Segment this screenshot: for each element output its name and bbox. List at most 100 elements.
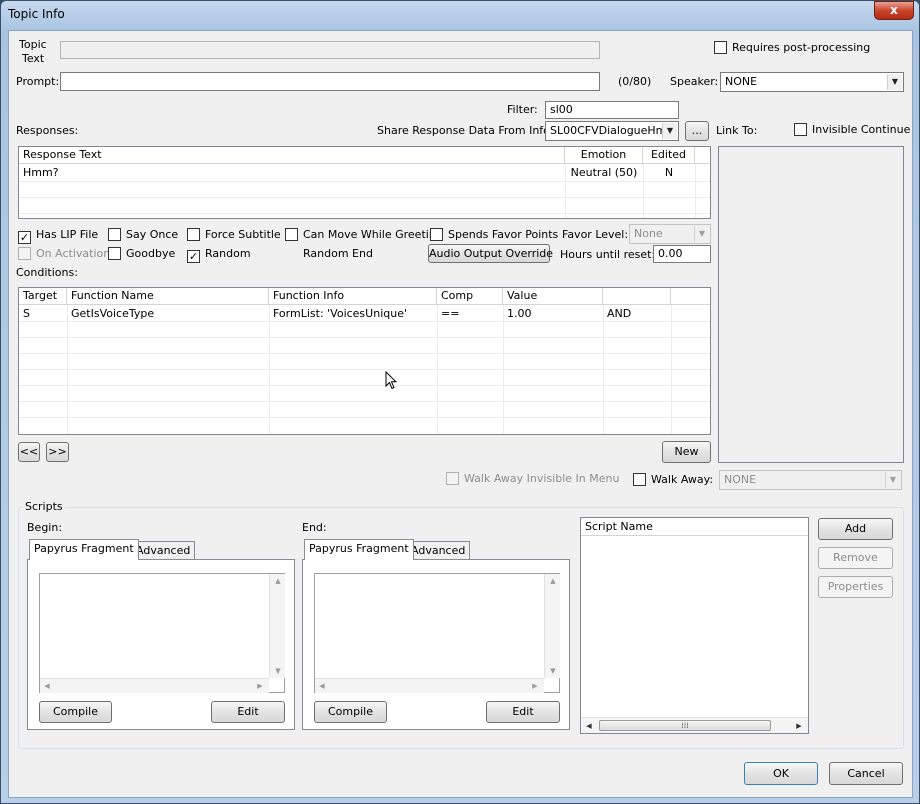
column-header-value[interactable]: Value [503, 288, 603, 305]
scroll-left-icon[interactable]: ◀ [40, 679, 54, 693]
speaker-dropdown[interactable]: NONE ▼ [720, 72, 904, 92]
script-name-list[interactable]: Script Name ◀ ⁞⁞⁞ ▶ [580, 517, 809, 734]
scroll-up-icon[interactable]: ▲ [546, 574, 560, 588]
add-script-button[interactable]: Add [818, 518, 893, 540]
prompt-counter: (0/80) [618, 75, 652, 88]
topic-text-label: Topic Text [19, 38, 47, 65]
tab-begin-advanced[interactable]: Advanced [131, 541, 196, 560]
end-label: End: [302, 521, 327, 534]
column-header-response-text[interactable]: Response Text [19, 147, 565, 164]
share-response-browse-button[interactable]: ... [685, 121, 709, 141]
scroll-left-icon[interactable]: ◀ [315, 679, 329, 693]
checkbox-box [108, 228, 121, 241]
end-edit-button[interactable]: Edit [486, 701, 560, 723]
close-icon: x [890, 3, 898, 17]
move-down-button[interactable]: >> [46, 442, 69, 462]
begin-fragment-panel: ▲ ▼ ◀ ▶ Compile Edit [27, 559, 295, 730]
random-end-checkbox[interactable]: Random End [285, 247, 373, 261]
walk-away-invisible-checkbox[interactable]: Walk Away Invisible In Menu [446, 472, 619, 486]
filter-input[interactable]: sl00 [545, 101, 679, 119]
ok-button[interactable]: OK [744, 762, 818, 785]
scroll-up-icon[interactable]: ▲ [271, 574, 285, 588]
emotion-cell: Neutral (50) [570, 166, 638, 179]
column-header-function-name[interactable]: Function Name [67, 288, 269, 305]
mouse-cursor-icon [385, 371, 397, 390]
force-subtitle-checkbox[interactable]: Force Subtitle [187, 228, 281, 242]
on-activation-checkbox[interactable]: On Activation [18, 247, 110, 261]
column-header-script-name[interactable]: Script Name [581, 518, 807, 536]
checkbox-box [285, 228, 298, 241]
response-text-cell: Hmm? [23, 166, 59, 179]
conditions-list[interactable]: Target Function Name Function Info Comp … [18, 287, 711, 435]
scroll-left-icon[interactable]: ◀ [582, 719, 596, 733]
topic-info-window: Topic Info x Topic Text Requires post-pr… [0, 0, 920, 804]
horizontal-scrollbar[interactable]: ◀ ⁞⁞⁞ ▶ [581, 717, 808, 733]
properties-button[interactable]: Properties [818, 576, 893, 598]
random-checkbox[interactable]: ✓ Random [187, 247, 251, 263]
can-move-while-greeting-checkbox[interactable]: Can Move While Greeting [285, 228, 443, 242]
say-once-checkbox[interactable]: Say Once [108, 228, 178, 242]
close-button[interactable]: x [874, 1, 914, 20]
tab-begin-papyrus-fragment[interactable]: Papyrus Fragment [29, 539, 139, 560]
end-fragment-editor[interactable]: ▲ ▼ ◀ ▶ [314, 573, 560, 693]
spends-favor-points-checkbox[interactable]: Spends Favor Points [430, 228, 558, 242]
new-condition-button[interactable]: New [662, 441, 711, 463]
walk-away-checkbox[interactable]: Walk Away: [633, 473, 713, 487]
value-cell: 1.00 [507, 307, 532, 320]
function-info-cell: FormList: 'VoicesUnique' [273, 307, 407, 320]
responses-list[interactable]: Response Text Emotion Edited Hmm? Neutra… [18, 146, 711, 219]
prompt-label: Prompt: [16, 75, 60, 88]
cancel-button[interactable]: Cancel [829, 762, 903, 785]
filter-label: Filter: [507, 103, 538, 116]
remove-script-button[interactable]: Remove [818, 547, 893, 569]
requires-post-processing-checkbox[interactable]: Requires post-processing [714, 41, 870, 55]
vertical-scrollbar[interactable]: ▲ ▼ [269, 574, 285, 678]
hours-until-reset-label: Hours until reset: [560, 248, 656, 261]
checkbox-box [430, 228, 443, 241]
checkbox-box [794, 123, 807, 136]
tab-end-papyrus-fragment[interactable]: Papyrus Fragment [304, 539, 414, 560]
hours-until-reset-input[interactable]: 0.00 [653, 245, 711, 263]
horizontal-scrollbar[interactable]: ◀ ▶ [315, 678, 544, 693]
title-bar[interactable]: Topic Info x [1, 1, 919, 31]
column-header-comp[interactable]: Comp [437, 288, 503, 305]
has-lip-file-checkbox[interactable]: ✓ Has LIP File [18, 228, 98, 244]
checkbox-box [714, 41, 727, 54]
chevron-down-icon: ▼ [885, 472, 900, 488]
column-header-edited[interactable]: Edited [643, 147, 695, 164]
scroll-down-icon[interactable]: ▼ [271, 664, 285, 678]
walk-away-dropdown[interactable]: NONE ▼ [719, 470, 902, 490]
goodbye-checkbox[interactable]: Goodbye [108, 247, 175, 261]
prompt-input[interactable] [60, 72, 600, 91]
scroll-right-icon[interactable]: ▶ [528, 679, 542, 693]
end-compile-button[interactable]: Compile [314, 701, 387, 723]
favor-level-dropdown[interactable]: None ▼ [629, 224, 711, 244]
audio-output-override-button[interactable]: Audio Output Override [428, 244, 553, 263]
tab-end-advanced[interactable]: Advanced [406, 541, 471, 560]
begin-fragment-editor[interactable]: ▲ ▼ ◀ ▶ [39, 573, 285, 693]
scripts-group-label: Scripts [23, 500, 65, 513]
checkbox-box [18, 247, 31, 260]
share-response-dropdown[interactable]: SL00CFVDialogueHmm ▼ [545, 121, 679, 141]
topic-text-field [60, 41, 600, 59]
scroll-down-icon[interactable]: ▼ [546, 664, 560, 678]
begin-edit-button[interactable]: Edit [211, 701, 285, 723]
horizontal-scrollbar[interactable]: ◀ ▶ [40, 678, 269, 693]
column-header-target[interactable]: Target [19, 288, 67, 305]
link-to-label: Link To: [716, 124, 758, 137]
window-title: Topic Info [8, 7, 65, 21]
scroll-right-icon[interactable]: ▶ [792, 719, 806, 733]
link-to-list[interactable] [718, 146, 904, 463]
responses-header: Response Text Emotion Edited [19, 147, 710, 164]
invisible-continue-checkbox[interactable]: Invisible Continue [794, 123, 910, 137]
column-header-function-info[interactable]: Function Info [269, 288, 437, 305]
column-header-operator[interactable] [603, 288, 671, 305]
scroll-right-icon[interactable]: ▶ [253, 679, 267, 693]
edited-cell: N [664, 166, 674, 179]
scrollbar-thumb[interactable]: ⁞⁞⁞ [599, 720, 771, 731]
vertical-scrollbar[interactable]: ▲ ▼ [544, 574, 560, 678]
move-up-button[interactable]: << [18, 442, 40, 462]
column-header-emotion[interactable]: Emotion [565, 147, 643, 164]
chevron-down-icon: ▼ [662, 123, 677, 139]
begin-compile-button[interactable]: Compile [39, 701, 112, 723]
